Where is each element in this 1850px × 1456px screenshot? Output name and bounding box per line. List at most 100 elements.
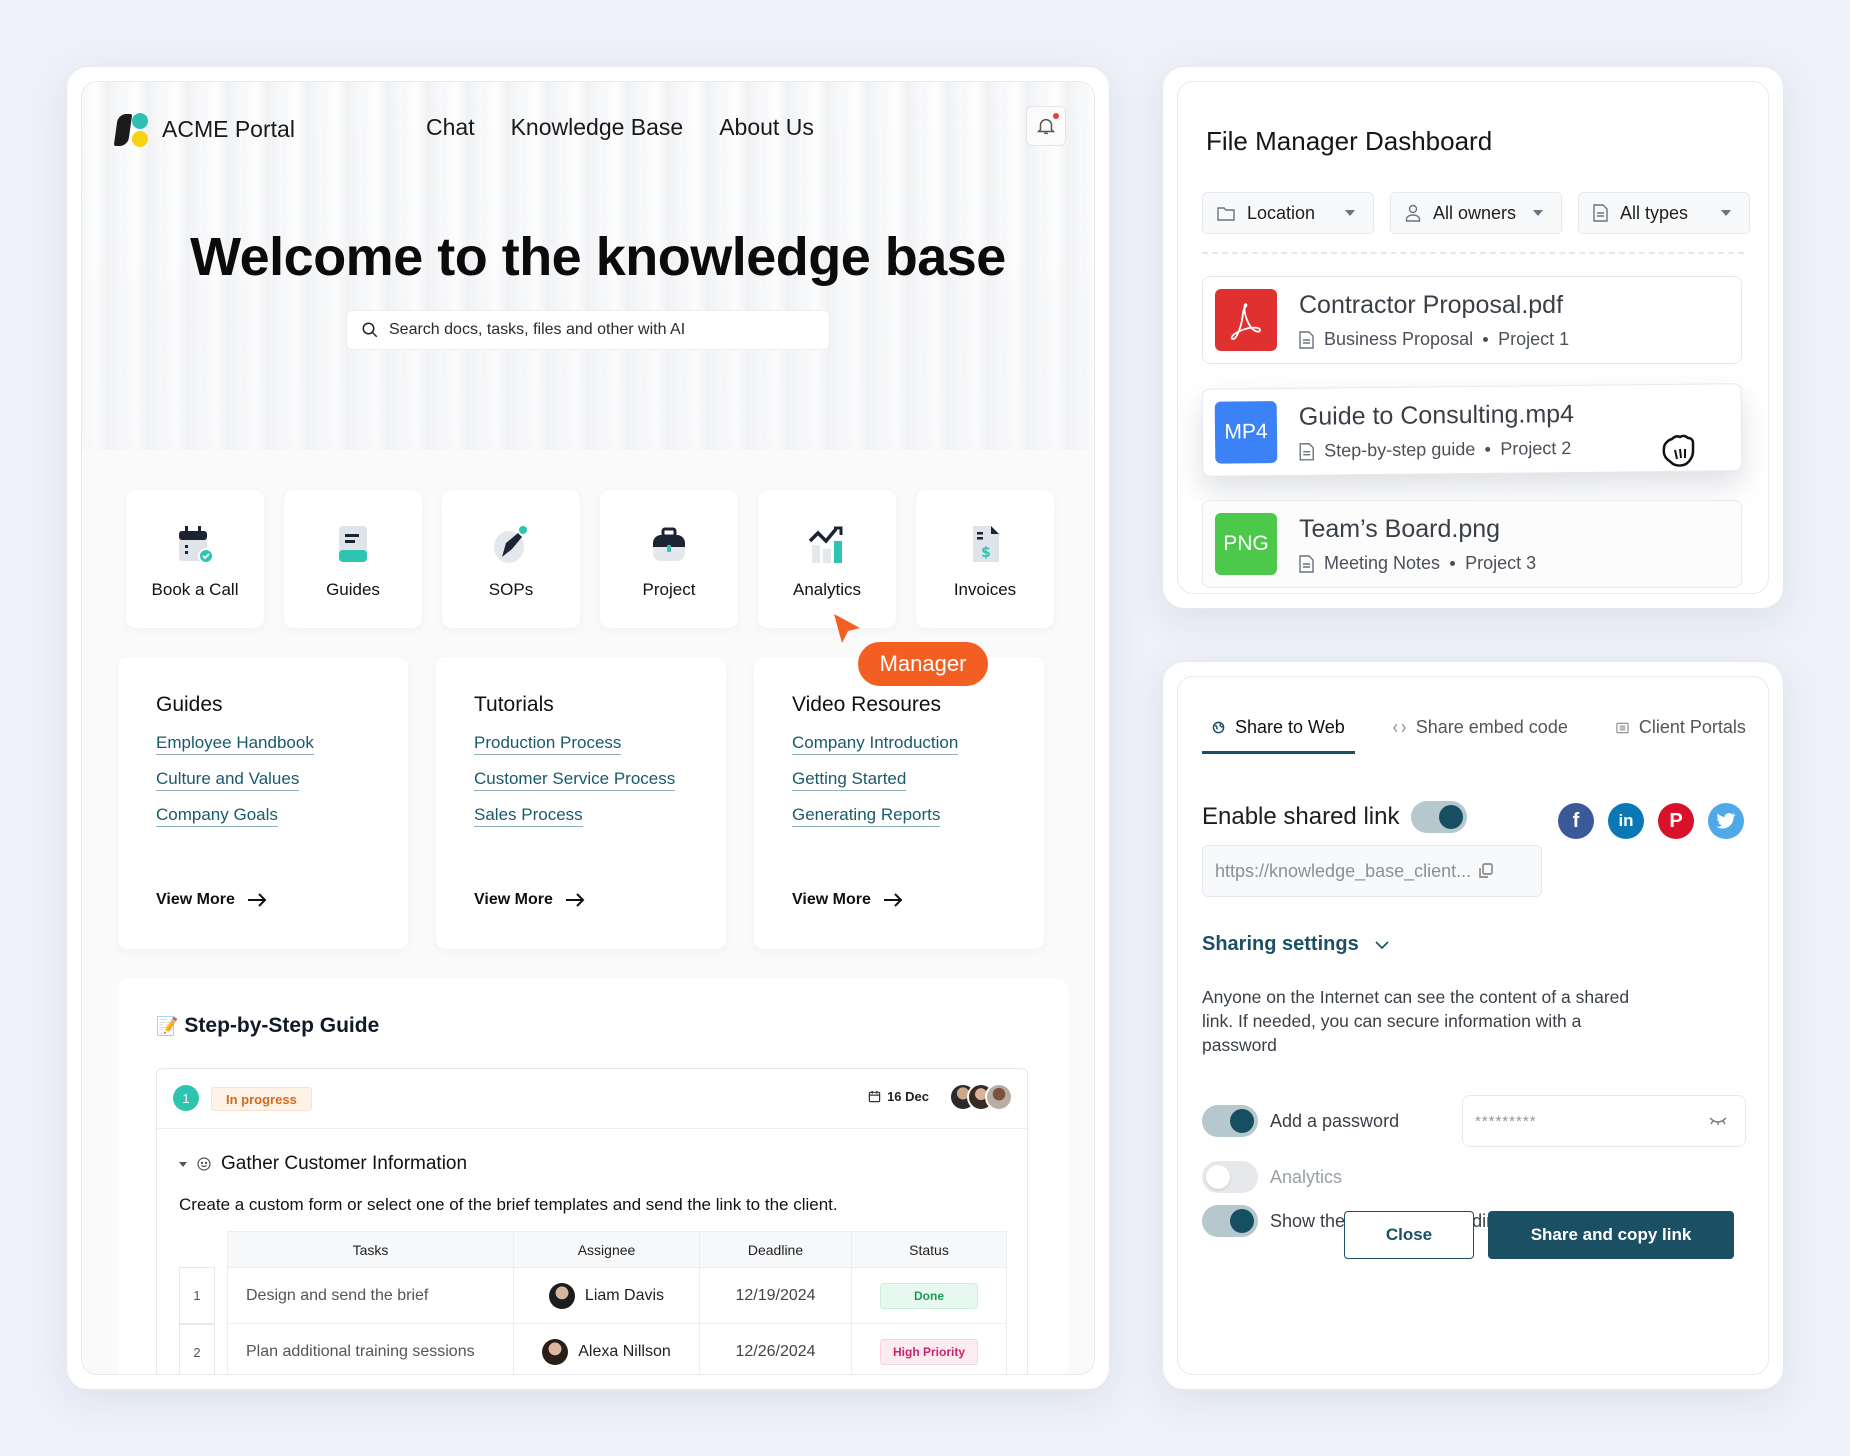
branding-toggle[interactable]: [1202, 1205, 1258, 1237]
copy-icon[interactable]: [1479, 863, 1493, 879]
tile-label: SOPs: [488, 580, 534, 599]
chevron-down-icon: [1375, 940, 1389, 949]
assignee-name: Alexa Nillson: [578, 1342, 671, 1360]
link-employee-handbook[interactable]: Employee Handbook: [156, 733, 314, 755]
tile-invoices[interactable]: $ Invoices: [916, 490, 1054, 628]
tile-analytics[interactable]: Analytics: [758, 490, 896, 628]
step-subtitle[interactable]: Gather Customer Information: [179, 1153, 467, 1175]
tab-label: Client Portals: [1638, 717, 1746, 737]
link-culture-and-values[interactable]: Culture and Values: [156, 769, 300, 791]
link-production-process[interactable]: Production Process: [474, 733, 622, 755]
link-sales-process[interactable]: Sales Process: [474, 805, 583, 827]
view-more-button[interactable]: View More: [792, 891, 903, 909]
portal-window: ACME Portal Chat Knowledge Base About Us…: [81, 81, 1095, 1375]
nav-about-us[interactable]: About Us: [719, 114, 814, 141]
filter-label: All owners: [1433, 202, 1517, 223]
share-and-copy-link-button[interactable]: Share and copy link: [1488, 1211, 1734, 1259]
status-done-badge: Done: [880, 1282, 978, 1309]
pinterest-icon[interactable]: P: [1658, 803, 1694, 839]
globe-icon: [1212, 721, 1225, 734]
task-cell[interactable]: Design and send the brief: [227, 1267, 514, 1324]
assignee-cell[interactable]: Alexa Nillson: [513, 1323, 700, 1374]
document-icon: [1593, 204, 1608, 222]
brand-name[interactable]: ACME Portal: [162, 116, 295, 143]
filter-types[interactable]: All types: [1578, 192, 1750, 234]
search-icon: [362, 322, 378, 338]
add-password-toggle[interactable]: [1202, 1105, 1258, 1137]
share-card: Share to Web Share embed code Client Por…: [1162, 661, 1784, 1390]
view-more-button[interactable]: View More: [156, 891, 267, 909]
close-button[interactable]: Close: [1344, 1211, 1474, 1259]
arrow-right-icon: [565, 893, 585, 907]
password-field[interactable]: *********: [1462, 1095, 1746, 1147]
option-label: Analytics: [1270, 1166, 1343, 1187]
due-date-text: 16 Dec: [887, 1089, 929, 1104]
link-company-introduction[interactable]: Company Introduction: [792, 733, 959, 755]
caret-down-icon: [1721, 210, 1731, 216]
due-date[interactable]: 16 Dec: [868, 1089, 929, 1104]
guide-title-text: Step-by-Step Guide: [184, 1014, 380, 1037]
tile-project[interactable]: Project: [600, 490, 738, 628]
password-value: *********: [1475, 1112, 1537, 1130]
portal-card: ACME Portal Chat Knowledge Base About Us…: [66, 66, 1110, 1390]
filter-location[interactable]: Location: [1202, 192, 1374, 234]
file-row[interactable]: Contractor Proposal.pdf Business Proposa…: [1202, 276, 1742, 364]
document-icon: [1299, 442, 1315, 461]
sharing-settings-toggle[interactable]: Sharing settings: [1202, 933, 1389, 956]
hero-title: Welcome to the knowledge base: [190, 227, 1006, 287]
twitter-icon[interactable]: [1708, 803, 1744, 839]
tab-share-to-web[interactable]: Share to Web: [1202, 705, 1355, 754]
pen-icon: [489, 522, 533, 566]
tile-book-a-call[interactable]: Book a Call: [126, 490, 264, 628]
enable-shared-link-toggle[interactable]: [1411, 801, 1468, 833]
table-header-row: Tasks Assignee Deadline Status: [227, 1231, 1007, 1268]
tasks-table: Tasks Assignee Deadline Status Design an…: [227, 1231, 1007, 1374]
step-description: Create a custom form or select one of th…: [179, 1195, 838, 1214]
share-tabs: Share to Web Share embed code Client Por…: [1202, 705, 1756, 754]
task-cell[interactable]: Plan additional training sessions: [227, 1323, 514, 1374]
status-cell[interactable]: High Priority: [851, 1323, 1007, 1374]
tile-label: Project: [642, 580, 696, 599]
deadline-cell[interactable]: 12/19/2024: [699, 1267, 852, 1324]
tab-share-embed-code[interactable]: Share embed code: [1383, 705, 1578, 754]
calendar-check-icon: [173, 522, 217, 566]
smiley-icon: [197, 1157, 211, 1171]
file-manager-panel: File Manager Dashboard Location All owne…: [1177, 81, 1769, 594]
status-badge[interactable]: In progress: [211, 1087, 312, 1111]
view-more-button[interactable]: View More: [474, 891, 585, 909]
deadline-cell[interactable]: 12/26/2024: [699, 1323, 852, 1374]
eye-closed-icon[interactable]: [1709, 1116, 1727, 1126]
tile-guides[interactable]: Guides: [284, 490, 422, 628]
link-generating-reports[interactable]: Generating Reports: [792, 805, 941, 827]
col-header-tasks: Tasks: [227, 1231, 514, 1268]
search-input[interactable]: Search docs, tasks, files and other with…: [346, 310, 830, 350]
option-analytics: Analytics: [1202, 1161, 1342, 1193]
analytics-toggle[interactable]: [1202, 1161, 1258, 1193]
table-row[interactable]: Design and send the brief Liam Davis 12/…: [227, 1267, 1007, 1324]
link-getting-started[interactable]: Getting Started: [792, 769, 907, 791]
tile-sops[interactable]: SOPs: [442, 490, 580, 628]
file-row[interactable]: PNG Team’s Board.png Meeting Notes Proje…: [1202, 500, 1742, 588]
assignee-cell[interactable]: Liam Davis: [513, 1267, 700, 1324]
nav-chat[interactable]: Chat: [426, 114, 475, 141]
link-customer-service-process[interactable]: Customer Service Process: [474, 769, 676, 791]
table-row[interactable]: Plan additional training sessions Alexa …: [227, 1323, 1007, 1374]
filter-owners[interactable]: All owners: [1390, 192, 1562, 234]
assignee-avatars[interactable]: [949, 1083, 1013, 1111]
shared-link-field[interactable]: https://knowledge_base_client...: [1202, 845, 1542, 897]
step-header: 1 In progress 16 Dec: [157, 1069, 1027, 1129]
mp4-file-icon: MP4: [1214, 401, 1278, 464]
status-cell[interactable]: Done: [851, 1267, 1007, 1324]
facebook-icon[interactable]: f: [1558, 803, 1594, 839]
tab-client-portals[interactable]: Client Portals: [1606, 705, 1756, 754]
nav-knowledge-base[interactable]: Knowledge Base: [511, 114, 684, 141]
notifications-button[interactable]: [1026, 106, 1066, 146]
row-number: 2: [179, 1324, 215, 1374]
file-name: Guide to Consulting.mp4: [1298, 399, 1575, 431]
top-nav: ACME Portal Chat Knowledge Base About Us: [82, 82, 1094, 182]
avatar: [985, 1083, 1013, 1111]
linkedin-icon[interactable]: in: [1608, 803, 1644, 839]
enable-shared-link-label: Enable shared link: [1202, 803, 1400, 830]
avatar: [542, 1338, 569, 1365]
link-company-goals[interactable]: Company Goals: [156, 805, 278, 827]
